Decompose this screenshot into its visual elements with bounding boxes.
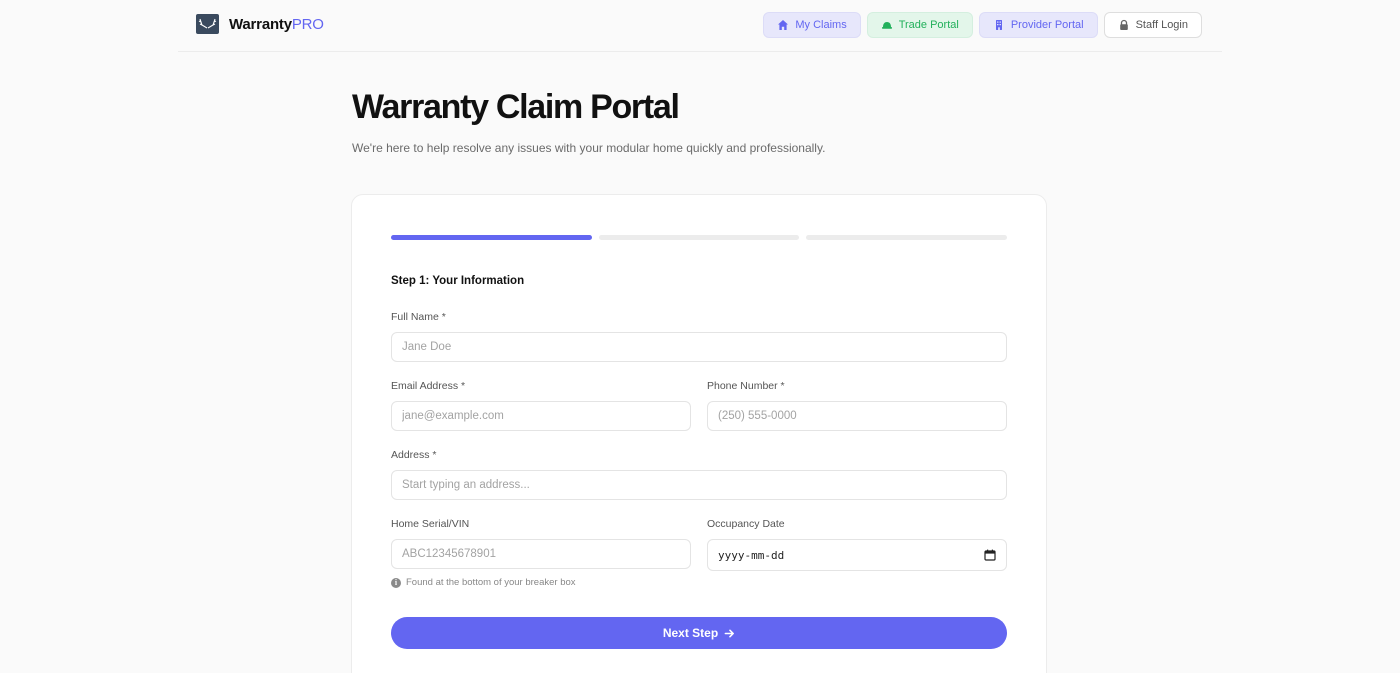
step-title: Step 1: Your Information [391,275,525,287]
lock-icon [1119,19,1128,30]
serial-input[interactable] [391,539,691,569]
trade-portal-label: Trade Portal [898,19,959,31]
email-input[interactable] [391,401,691,431]
staff-login-label: Staff Login [1135,19,1188,31]
occupancy-date-input[interactable]: yyyy-mm-dd [707,539,1007,571]
serial-hint-text: Found at the bottom of your breaker box [406,577,576,588]
calendar-icon[interactable] [984,549,996,561]
occupancy-date-value: yyyy-mm-dd [718,548,785,562]
top-navigation-bar: WarrantyPRO My Claims Trade Portal Provi… [178,0,1222,52]
info-icon: i [391,577,401,588]
brand-name: WarrantyPRO [229,15,324,33]
next-step-button[interactable]: Next Step [391,617,1007,649]
address-input[interactable] [391,470,1007,500]
phone-input[interactable] [707,401,1007,431]
home-icon [778,20,789,30]
arrow-right-icon [724,629,735,637]
step-progress-bar [391,235,1008,240]
address-label: Address * [391,449,437,461]
provider-portal-label: Provider Portal [1010,19,1084,31]
serial-hint: i Found at the bottom of your breaker bo… [391,577,576,588]
progress-step-1 [391,235,592,240]
building-icon [995,20,1002,30]
staff-login-button[interactable]: Staff Login [1103,12,1202,38]
antler-logo-icon [196,14,219,34]
full-name-label: Full Name * [391,311,446,323]
brand-suffix: PRO [291,15,324,33]
my-claims-label: My Claims [795,19,847,31]
phone-label: Phone Number * [707,380,785,392]
page-subtitle: We're here to help resolve any issues wi… [352,141,826,155]
brand-logo[interactable]: WarrantyPRO [196,14,324,34]
progress-step-2 [598,235,800,240]
claim-form-card: Step 1: Your Information Full Name * Ema… [351,194,1047,673]
progress-step-3 [806,235,1008,240]
header-nav: My Claims Trade Portal Provider Portal S… [763,12,1202,38]
my-claims-button[interactable]: My Claims [763,12,861,38]
provider-portal-button[interactable]: Provider Portal [978,12,1098,38]
hard-hat-icon [881,22,892,29]
email-label: Email Address * [391,380,466,392]
trade-portal-button[interactable]: Trade Portal [866,12,973,38]
serial-label: Home Serial/VIN [391,518,470,530]
page-title: Warranty Claim Portal [352,88,680,126]
next-step-label: Next Step [662,626,719,640]
occupancy-date-label: Occupancy Date [707,518,785,530]
full-name-input[interactable] [391,332,1007,362]
